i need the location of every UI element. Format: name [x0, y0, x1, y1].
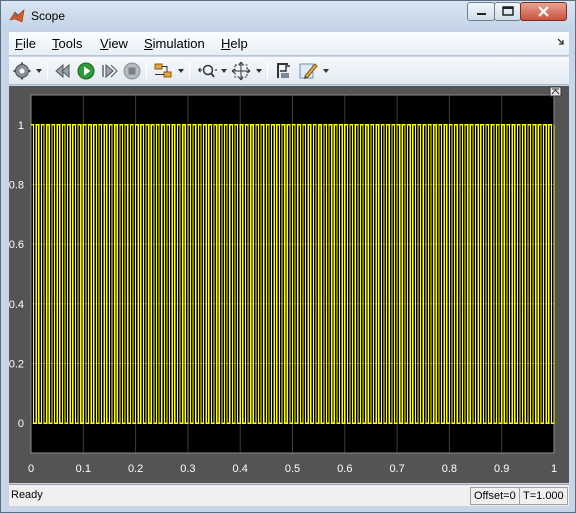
close-icon [538, 6, 549, 17]
y-tick-label: 0.8 [9, 180, 24, 192]
matlab-icon [9, 9, 25, 23]
settings-gear-icon[interactable] [12, 61, 32, 81]
x-tick-label: 1 [551, 463, 557, 475]
autoscale-icon[interactable] [231, 61, 251, 81]
x-tick-label: 0.5 [285, 463, 300, 475]
scope-plot-area[interactable]: 0 0.1 0.2 0.3 0.4 0.5 0.6 0.7 0.8 0.9 1 0 0.2 0.4 0.6 0… [9, 86, 569, 483]
maximize-button[interactable] [494, 2, 521, 21]
x-tick-label: 0.9 [494, 463, 509, 475]
zoom-icon[interactable] [197, 61, 217, 81]
title-bar[interactable]: Scope [1, 1, 575, 31]
square-wave-series [31, 124, 555, 424]
y-tick-label: 0.4 [9, 299, 24, 311]
x-tick-label: 0.2 [128, 463, 143, 475]
toolbar-separator [146, 62, 147, 80]
toolbar-separator [47, 62, 48, 80]
step-back-icon[interactable] [53, 61, 73, 81]
triggers-icon[interactable] [274, 61, 294, 81]
signal-selector-dropdown-icon[interactable] [178, 69, 184, 73]
menu-file[interactable]: File [15, 36, 36, 51]
scope-window: Scope File Tools View Simulation Help 0 … [0, 0, 576, 513]
scope-axes[interactable]: 0 0.1 0.2 0.3 0.4 0.5 0.6 0.7 0.8 0.9 1 0 0.2 0.4 0.6 0… [9, 86, 569, 483]
dock-arrow-icon[interactable] [557, 38, 565, 46]
run-icon[interactable] [76, 61, 96, 81]
menu-simulation[interactable]: Simulation [144, 36, 205, 51]
axes-restore-icon[interactable] [549, 86, 562, 97]
minimize-button[interactable] [467, 2, 495, 21]
minimize-icon [477, 13, 486, 15]
autoscale-dropdown-icon[interactable] [256, 69, 262, 73]
x-tick-label: 0 [28, 463, 34, 475]
maximize-icon [502, 6, 514, 16]
y-tick-label: 0.2 [9, 359, 24, 371]
time-readout: T=1.000 [519, 487, 568, 505]
toolbar-separator [189, 62, 190, 80]
status-text: Ready [11, 489, 43, 501]
y-tick-label: 1 [18, 120, 24, 132]
settings-dropdown-icon[interactable] [36, 69, 42, 73]
step-forward-icon[interactable] [99, 61, 119, 81]
status-bar: Ready Offset=0 T=1.000 [9, 484, 569, 506]
x-tick-label: 0.1 [76, 463, 91, 475]
style-icon[interactable] [298, 61, 318, 81]
menu-tools[interactable]: Tools [52, 36, 82, 51]
zoom-dropdown-icon[interactable] [221, 69, 227, 73]
window-title: Scope [31, 9, 66, 23]
signal-selector-icon[interactable] [153, 61, 173, 81]
toolbar [9, 57, 569, 85]
close-button[interactable] [520, 2, 567, 21]
style-dropdown-icon[interactable] [323, 69, 329, 73]
x-tick-label: 0.4 [233, 463, 248, 475]
y-tick-label: 0 [18, 418, 24, 430]
menu-view[interactable]: View [100, 36, 128, 51]
x-tick-label: 0.3 [180, 463, 195, 475]
x-tick-label: 0.7 [389, 463, 404, 475]
menu-bar: File Tools View Simulation Help [9, 32, 569, 56]
y-tick-label: 0.6 [9, 239, 24, 251]
offset-readout: Offset=0 [470, 487, 520, 505]
toolbar-separator [267, 62, 268, 80]
stop-icon[interactable] [122, 61, 142, 81]
x-tick-label: 0.8 [442, 463, 457, 475]
x-tick-label: 0.6 [337, 463, 352, 475]
menu-help[interactable]: Help [221, 36, 248, 51]
